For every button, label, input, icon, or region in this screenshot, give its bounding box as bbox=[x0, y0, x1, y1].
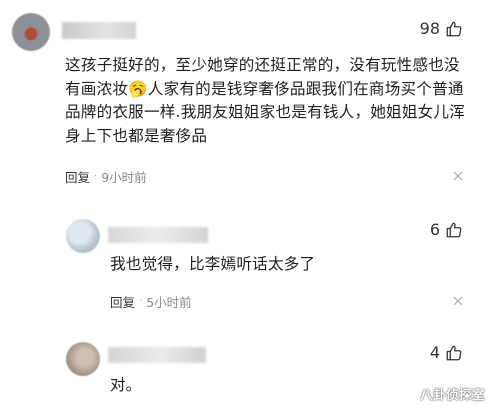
comment-item: 98 这孩子挺好的，至少她穿的还挺正常的，没有玩性感也没有画浓妆🥱人家有的是钱穿… bbox=[0, 0, 489, 200]
reply-button[interactable]: 回复 bbox=[110, 292, 135, 311]
like-button[interactable]: 4 bbox=[430, 343, 463, 362]
separator-dot: · bbox=[139, 296, 143, 307]
avatar[interactable] bbox=[12, 13, 50, 51]
comment-time: 5小时前 bbox=[146, 295, 192, 310]
username-blurred[interactable] bbox=[62, 22, 136, 39]
reply-button[interactable]: 回复 bbox=[65, 167, 90, 186]
comment-text: 对。 bbox=[110, 376, 142, 394]
separator-dot: · bbox=[94, 171, 98, 182]
close-icon[interactable] bbox=[453, 171, 463, 181]
reply-item: 4 对。 bbox=[0, 330, 489, 407]
thumbs-up-icon bbox=[446, 21, 462, 36]
like-count: 4 bbox=[429, 343, 440, 362]
like-button[interactable]: 98 bbox=[420, 19, 463, 38]
avatar[interactable] bbox=[66, 219, 100, 253]
username-blurred[interactable] bbox=[108, 347, 206, 363]
watermark: 八卦侦探室 bbox=[419, 387, 485, 402]
thumbs-up-icon bbox=[446, 222, 462, 237]
comment-text: 这孩子挺好的，至少她穿的还挺正常的，没有玩性感也没有画浓妆🥱人家有的是钱穿奢侈品… bbox=[65, 56, 466, 145]
username-blurred[interactable] bbox=[108, 227, 208, 243]
reply-item: 6 我也觉得，比李嫣听话太多了 回复 · 5小时前 bbox=[0, 205, 489, 312]
like-button[interactable]: 6 bbox=[430, 220, 463, 239]
close-icon[interactable] bbox=[453, 296, 463, 306]
comment-text: 我也觉得，比李嫣听话太多了 bbox=[110, 255, 316, 273]
like-count: 98 bbox=[419, 19, 440, 38]
comment-meta: 回复 · 5小时前 bbox=[110, 292, 192, 311]
like-count: 6 bbox=[429, 220, 440, 239]
comment-time: 9小时前 bbox=[101, 170, 147, 185]
thumbs-up-icon bbox=[446, 345, 462, 360]
comment-meta: 回复 · 9小时前 bbox=[65, 167, 147, 186]
avatar[interactable] bbox=[66, 342, 100, 376]
